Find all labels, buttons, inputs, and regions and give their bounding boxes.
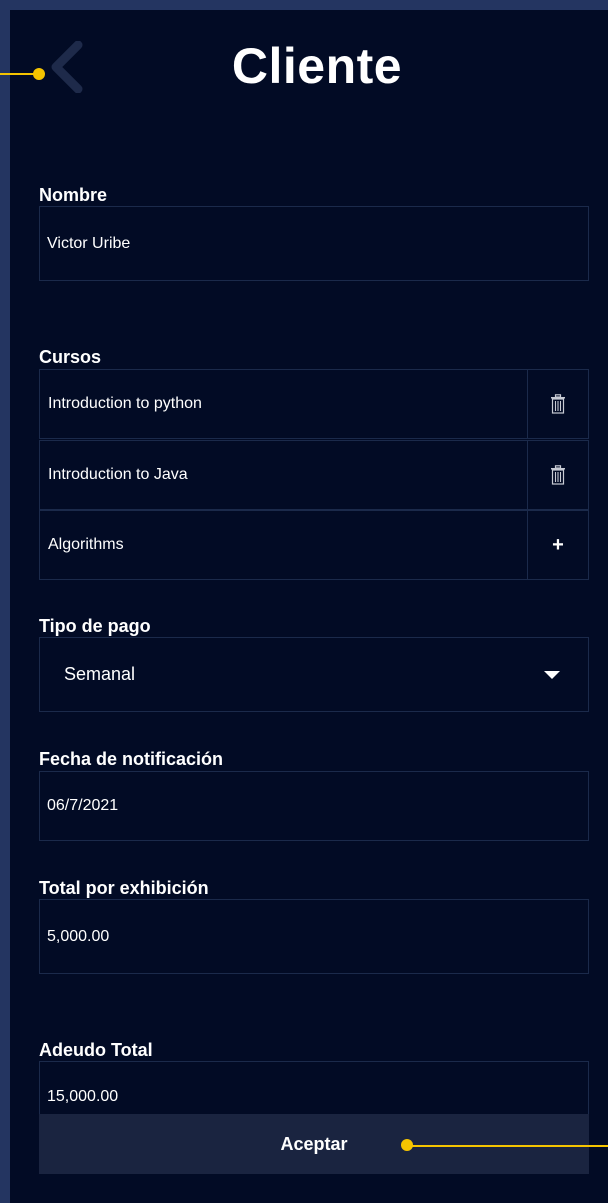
nombre-field[interactable]: Victor Uribe [39,206,589,281]
course-row: Algorithms + [39,510,589,580]
accept-button-label: Aceptar [280,1133,348,1154]
cursos-label: Cursos [39,347,102,367]
accept-button[interactable]: Aceptar [39,1114,589,1174]
trash-icon [551,394,565,414]
nombre-value: Victor Uribe [47,234,131,252]
page-title: Cliente [231,38,403,94]
adeudo-total-label: Adeudo Total [39,1040,153,1060]
course-row: Introduction to python [39,369,589,439]
total-exhibicion-label: Total por exhibición [39,878,209,898]
tipo-pago-select[interactable]: Semanal [39,637,589,712]
delete-course-button[interactable] [527,370,588,438]
course-name: Algorithms [48,536,124,553]
add-course-button[interactable]: + [527,511,588,579]
adeudo-total-value: 15,000.00 [47,1088,119,1105]
nombre-label: Nombre [39,185,108,205]
course-row: Introduction to Java [39,440,589,510]
callout-dot [401,1139,413,1151]
plus-icon: + [552,533,564,556]
tipo-pago-label: Tipo de pago [39,616,151,636]
tipo-pago-value: Semanal [64,664,136,684]
caret-down-icon [544,670,560,679]
course-name: Introduction to python [48,395,202,412]
callout-dot [33,68,45,80]
fecha-notificacion-label: Fecha de notificación [39,749,224,769]
total-exhibicion-value: 5,000.00 [47,927,110,945]
course-name: Introduction to Java [48,466,188,483]
trash-icon [551,465,565,485]
total-exhibicion-field[interactable]: 5,000.00 [39,899,589,974]
callout-line [408,1145,608,1147]
adeudo-total-field[interactable]: 15,000.00 [39,1061,589,1115]
fecha-notificacion-field[interactable]: 06/7/2021 [39,771,589,841]
delete-course-button[interactable] [527,441,588,509]
fecha-notificacion-value: 06/7/2021 [47,797,119,814]
